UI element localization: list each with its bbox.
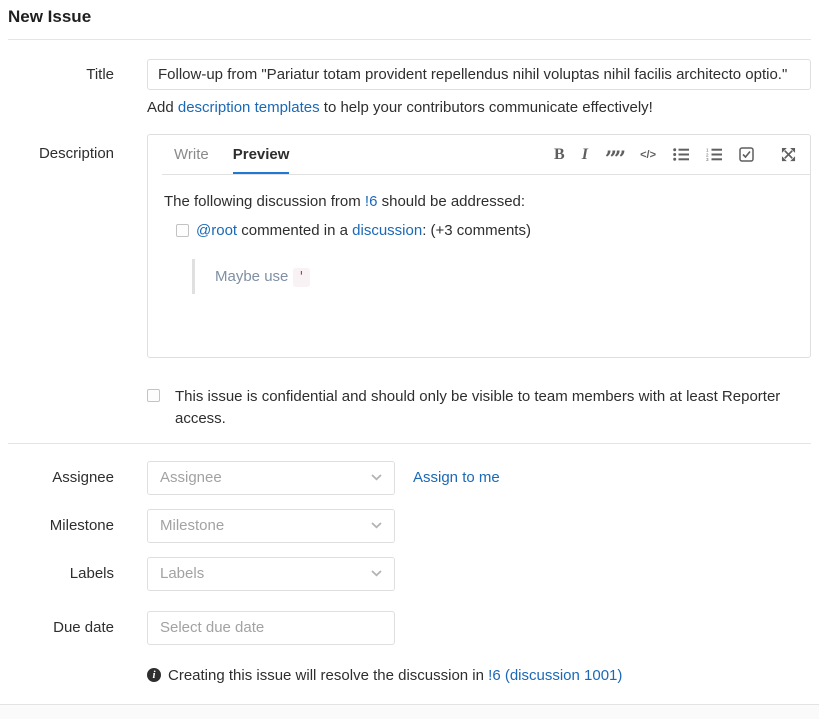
numbered-list-icon[interactable]: 1 2 3 <box>706 148 722 161</box>
resolve-discussion-link[interactable]: !6 (discussion 1001) <box>488 667 622 684</box>
resolve-note-row: i Creating this issue will resolve the d… <box>8 667 811 684</box>
description-templates-link[interactable]: description templates <box>178 99 320 116</box>
task-text-mid: commented in a <box>237 222 352 239</box>
page-title: New Issue <box>8 0 811 39</box>
info-icon: i <box>147 668 161 682</box>
inline-code: ' <box>293 268 311 287</box>
title-label: Title <box>8 59 147 90</box>
title-input[interactable] <box>147 59 811 90</box>
blockquote-text: Maybe use <box>215 268 293 285</box>
milestone-label: Milestone <box>8 509 147 543</box>
preview-blockquote: Maybe use ' <box>192 259 794 294</box>
markdown-editor-header: Write Preview B I ”” </> <box>162 135 810 175</box>
assignee-row: Assignee Assignee Assign to me <box>8 461 811 495</box>
assignee-label: Assignee <box>8 461 147 495</box>
description-row: Description Write Preview B I ”” </> <box>8 134 811 358</box>
task-checkbox[interactable] <box>176 224 189 237</box>
preview-text-suffix: should be addressed: <box>377 193 525 210</box>
tab-write[interactable]: Write <box>162 135 221 174</box>
resolve-note-text: Creating this issue will resolve the dis… <box>168 667 622 684</box>
svg-text:3: 3 <box>706 157 709 161</box>
bold-icon[interactable]: B <box>554 146 565 164</box>
fullscreen-icon[interactable] <box>781 147 796 162</box>
confidential-checkbox[interactable] <box>147 389 160 402</box>
task-text-suffix: : (+3 comments) <box>422 222 531 239</box>
assignee-dropdown-text: Assignee <box>160 469 222 486</box>
preview-paragraph: The following discussion from !6 should … <box>164 191 794 213</box>
bullet-list-icon[interactable] <box>673 148 689 161</box>
discussion-link[interactable]: discussion <box>352 222 422 239</box>
assignee-dropdown[interactable]: Assignee <box>147 461 395 495</box>
due-date-label: Due date <box>8 611 147 645</box>
title-help-suffix: to help your contributors communicate ef… <box>320 99 653 116</box>
tab-preview-label: Preview <box>233 135 290 174</box>
labels-label: Labels <box>8 557 147 591</box>
quote-right-icon[interactable]: ”” <box>605 146 623 164</box>
task-list-item: @root commented in a discussion: (+3 com… <box>176 220 794 242</box>
milestone-row: Milestone Milestone <box>8 509 811 543</box>
labels-row: Labels Labels <box>8 557 811 591</box>
task-list: @root commented in a discussion: (+3 com… <box>176 220 794 242</box>
assign-to-me-link[interactable]: Assign to me <box>413 461 500 495</box>
merge-request-link[interactable]: !6 <box>365 193 378 210</box>
preview-text-prefix: The following discussion from <box>164 193 365 210</box>
markdown-editor: Write Preview B I ”” </> <box>147 134 811 358</box>
tab-preview[interactable]: Preview <box>221 135 302 174</box>
new-issue-page: New Issue Title Add description template… <box>0 0 819 684</box>
markdown-toolbar: B I ”” </> <box>554 135 796 174</box>
tab-write-label: Write <box>174 135 209 174</box>
chevron-down-icon <box>371 522 382 529</box>
confidential-row: This issue is confidential and should on… <box>8 386 811 430</box>
section-divider <box>8 443 811 444</box>
description-preview: The following discussion from !6 should … <box>148 175 810 357</box>
title-row: Title Add description templates to help … <box>8 59 811 116</box>
labels-dropdown-text: Labels <box>160 565 204 582</box>
form-footer-bar <box>0 704 819 719</box>
task-list-icon[interactable] <box>739 147 754 162</box>
editor-tabs: Write Preview <box>162 135 301 174</box>
code-icon[interactable]: </> <box>640 149 656 161</box>
due-date-row: Due date <box>8 611 811 645</box>
labels-dropdown[interactable]: Labels <box>147 557 395 591</box>
milestone-dropdown-text: Milestone <box>160 517 224 534</box>
header-divider <box>8 39 811 40</box>
confidential-label[interactable]: This issue is confidential and should on… <box>175 386 797 430</box>
chevron-down-icon <box>371 474 382 481</box>
title-help: Add description templates to help your c… <box>147 99 811 116</box>
resolve-note-prefix: Creating this issue will resolve the dis… <box>168 667 488 684</box>
italic-icon[interactable]: I <box>582 146 588 164</box>
chevron-down-icon <box>371 570 382 577</box>
user-link[interactable]: @root <box>196 222 237 239</box>
title-help-prefix: Add <box>147 99 178 116</box>
new-issue-form: Title Add description templates to help … <box>8 59 811 684</box>
due-date-input[interactable] <box>147 611 395 645</box>
description-label: Description <box>8 134 147 162</box>
milestone-dropdown[interactable]: Milestone <box>147 509 395 543</box>
